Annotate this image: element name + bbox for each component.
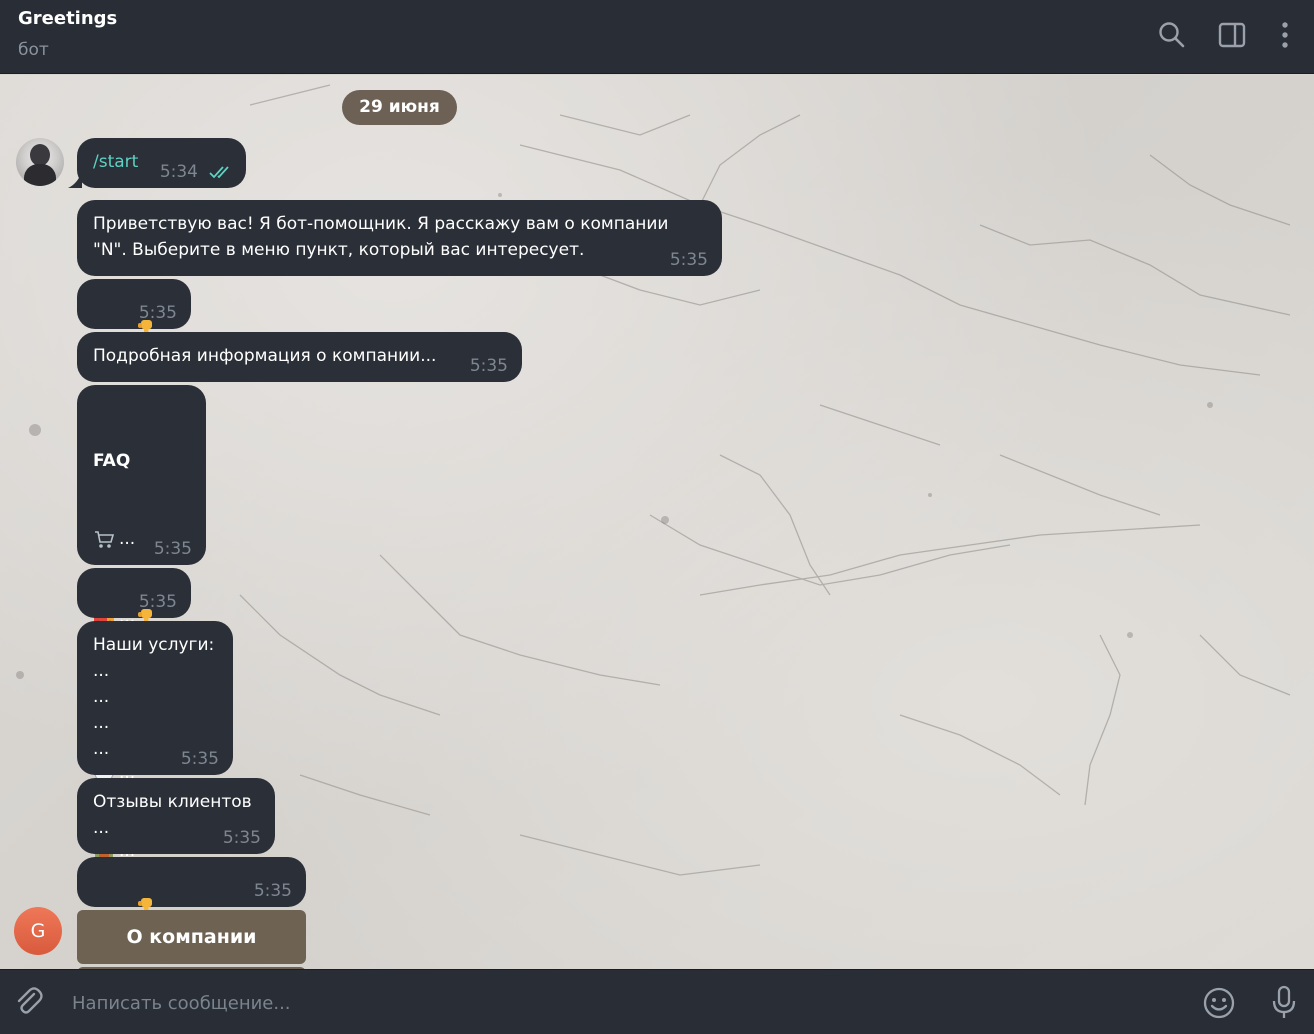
microphone-icon[interactable] (1267, 985, 1301, 1019)
message-time: 5:35 (222, 828, 261, 848)
more-vertical-icon[interactable] (1270, 20, 1300, 50)
message-time: 5:35 (153, 539, 192, 559)
message-incoming[interactable]: 5:35 (77, 568, 191, 628)
message-incoming[interactable]: Наши услуги: ... ... ... ... 5:35 (77, 621, 233, 775)
message-incoming[interactable]: 5:35 (77, 279, 191, 339)
message-incoming[interactable]: FAQ ... ... (77, 385, 206, 861)
message-time: 5:35 (138, 303, 177, 323)
message-incoming[interactable]: Приветствую вас! Я бот-помощник. Я расск… (77, 200, 722, 276)
avatar-body (24, 164, 56, 186)
message-input[interactable] (70, 982, 1174, 1024)
chat-area[interactable]: 29 июня /start 5:34 Приветствую вас! Я б… (0, 75, 1314, 969)
double-check-icon (209, 166, 229, 179)
chat-title[interactable]: Greetings (18, 8, 117, 29)
date-separator: 29 июня (342, 90, 457, 125)
inline-button-about[interactable]: О компании (77, 910, 306, 964)
message-text: Приветствую вас! Я бот-помощник. Я расск… (93, 214, 669, 260)
message-time: 5:35 (469, 356, 508, 376)
bubble-tail (68, 172, 82, 188)
message-composer (0, 969, 1314, 1034)
command-text[interactable]: /start (93, 149, 138, 175)
message-time: 5:34 (159, 162, 198, 182)
telegram-window: Greetings бот 29 июня /start 5:34 Привет… (0, 0, 1314, 1034)
message-incoming[interactable]: Отзывы клиентов ... 5:35 (77, 778, 275, 854)
avatar[interactable] (16, 138, 64, 186)
faq-title: FAQ (93, 451, 131, 471)
emoji-icon[interactable] (1202, 986, 1236, 1020)
bot-avatar[interactable]: G (14, 907, 62, 955)
message-incoming[interactable]: Подробная информация о компании... 5:35 (77, 332, 522, 382)
message-time: 5:35 (138, 592, 177, 612)
cart-emoji (95, 531, 115, 548)
chat-header: Greetings бот (0, 0, 1314, 74)
message-incoming[interactable]: 5:35 (77, 857, 306, 917)
message-outgoing[interactable]: /start 5:34 (68, 138, 246, 188)
message-text: Подробная информация о компании... (93, 346, 437, 366)
chat-status: бот (18, 40, 49, 60)
message-time: 5:35 (253, 881, 292, 901)
faq-line: ... (93, 526, 136, 552)
sidebar-toggle-icon[interactable] (1217, 20, 1247, 50)
message-text: Наши услуги: ... ... ... ... (93, 635, 215, 759)
attach-icon[interactable] (12, 985, 46, 1019)
message-time: 5:35 (669, 250, 708, 270)
avatar-head (30, 144, 50, 166)
message-time: 5:35 (180, 749, 219, 769)
search-icon[interactable] (1157, 20, 1187, 50)
